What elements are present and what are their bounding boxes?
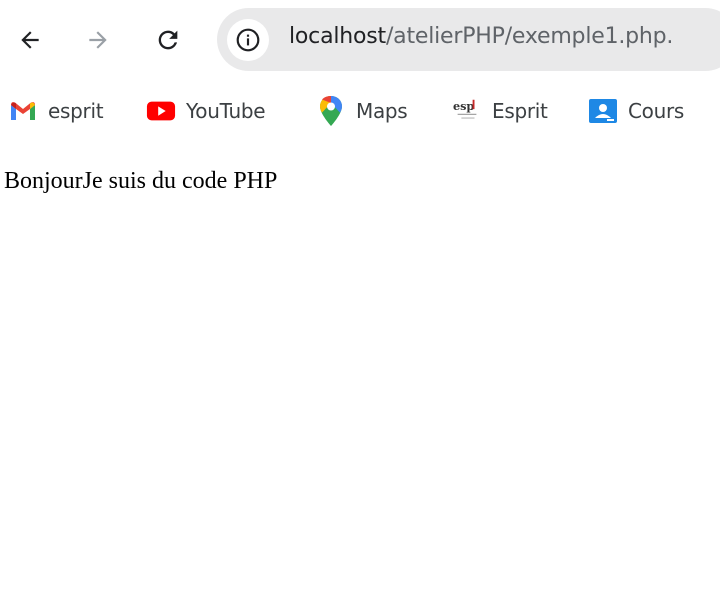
arrow-right-icon <box>89 31 107 49</box>
maps-icon <box>316 96 346 126</box>
url-host: localhost <box>289 24 386 49</box>
browser-toolbar: localhost/atelierPHP/exemple1.php. <box>0 0 720 80</box>
arrow-left-icon <box>21 31 39 49</box>
site-info-button[interactable] <box>227 19 269 61</box>
bookmark-label: Maps <box>356 99 408 123</box>
svg-text:esp: esp <box>453 99 474 113</box>
youtube-icon <box>146 96 176 126</box>
esprit-logo-icon: esp <box>452 96 482 126</box>
bookmark-label: YouTube <box>186 99 266 123</box>
bookmarks-bar: esprit YouTube Maps esp Esprit Cours <box>0 88 720 134</box>
forward-button[interactable] <box>78 20 118 60</box>
bookmark-youtube[interactable]: YouTube <box>146 96 266 126</box>
bookmark-esprit[interactable]: esp Esprit <box>452 96 548 126</box>
info-icon <box>236 28 260 52</box>
url-text[interactable]: localhost/atelierPHP/exemple1.php. <box>289 24 673 49</box>
url-path: /atelierPHP/exemple1.php. <box>385 24 674 49</box>
gmail-icon <box>8 96 38 126</box>
bookmark-label: Esprit <box>492 99 548 123</box>
bookmark-maps[interactable]: Maps <box>316 96 408 126</box>
reload-button[interactable] <box>148 20 188 60</box>
back-button[interactable] <box>10 20 50 60</box>
bookmark-esprit-gmail[interactable]: esprit <box>8 96 104 126</box>
classroom-icon <box>588 96 618 126</box>
bookmark-label: Cours <box>628 99 685 123</box>
bookmark-cours[interactable]: Cours <box>588 96 684 126</box>
address-bar[interactable]: localhost/atelierPHP/exemple1.php. <box>217 8 720 71</box>
reload-icon <box>158 30 178 50</box>
bookmark-label: esprit <box>48 99 104 123</box>
page-body-text: BonjourJe suis du code PHP <box>4 168 278 194</box>
